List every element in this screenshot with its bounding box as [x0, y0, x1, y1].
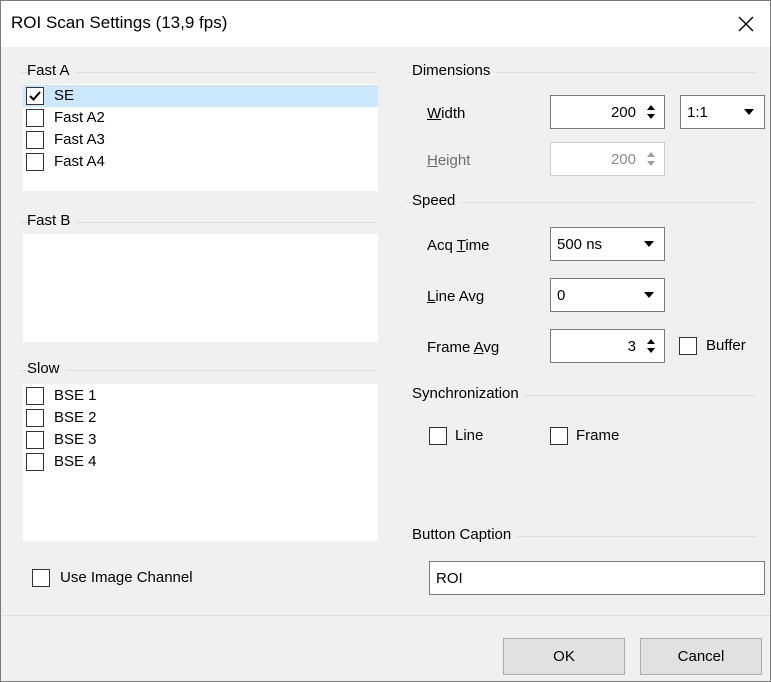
frame-sync-label[interactable]: Frame	[576, 427, 619, 444]
frame-sync-checkbox[interactable]	[550, 427, 568, 445]
dimensions-group-title: Dimensions	[412, 62, 497, 79]
fast-b-list[interactable]	[23, 234, 378, 342]
frame-avg-label-accel: A	[473, 339, 484, 356]
ratio-value: 1:1	[687, 104, 708, 121]
line-sync-label[interactable]: Line	[455, 427, 483, 444]
footer-separator	[1, 615, 770, 616]
height-label-accel: H	[427, 152, 438, 169]
list-item-label: Fast A4	[54, 153, 105, 170]
list-item-fast-a4[interactable]: Fast A4	[23, 151, 378, 173]
frame-avg-label-text: Frame	[427, 339, 474, 356]
list-item-label: SE	[54, 87, 75, 104]
line-avg-label: Line Avg	[427, 288, 484, 305]
ratio-dropdown[interactable]: 1:1	[680, 95, 765, 129]
spin-arrows-icon[interactable]	[644, 336, 658, 356]
acq-time-label-text-rest: ime	[465, 237, 490, 254]
width-label: Width	[427, 105, 465, 122]
height-label-text: eight	[437, 152, 471, 169]
chevron-down-icon	[744, 109, 754, 115]
fast-b-group-title: Fast B	[27, 212, 77, 229]
list-item-bse-1[interactable]: BSE 1	[23, 385, 378, 407]
height-spinner: 200	[550, 142, 665, 176]
list-item-fast-a2[interactable]: Fast A2	[23, 107, 378, 129]
buffer-label[interactable]: Buffer	[706, 337, 746, 354]
slow-group-title: Slow	[27, 360, 66, 377]
se-checkbox[interactable]	[26, 87, 44, 105]
speed-group-title: Speed	[412, 192, 462, 209]
spin-arrows-icon	[647, 152, 655, 166]
frame-avg-spinner[interactable]: 3	[550, 329, 665, 363]
chevron-down-icon	[644, 292, 654, 298]
checkmark-icon	[29, 91, 41, 101]
sync-group-title: Synchronization	[412, 385, 525, 402]
ok-button[interactable]: OK	[503, 638, 625, 675]
slow-list[interactable]: BSE 1 BSE 2 BSE 3 BSE 4	[23, 384, 378, 541]
chevron-down-icon	[644, 241, 654, 247]
list-item-fast-a3[interactable]: Fast A3	[23, 129, 378, 151]
close-icon[interactable]	[731, 9, 761, 39]
fast-a3-checkbox[interactable]	[26, 131, 44, 149]
fast-a4-checkbox[interactable]	[26, 153, 44, 171]
roi-scan-settings-dialog: ROI Scan Settings (13,9 fps) Fast A SE F…	[0, 0, 771, 682]
line-sync-checkbox[interactable]	[429, 427, 447, 445]
list-item-label: BSE 1	[54, 387, 97, 404]
line-avg-dropdown[interactable]: 0	[550, 278, 665, 312]
list-item-bse-4[interactable]: BSE 4	[23, 451, 378, 473]
buffer-checkbox[interactable]	[679, 337, 697, 355]
height-label: Height	[427, 152, 470, 169]
use-image-channel-label[interactable]: Use Image Channel	[60, 569, 193, 586]
list-item-label: BSE 2	[54, 409, 97, 426]
list-item-label: Fast A3	[54, 131, 105, 148]
width-label-accel: W	[427, 105, 442, 122]
width-label-text: idth	[441, 105, 466, 122]
bse-3-checkbox[interactable]	[26, 431, 44, 449]
fast-a-list[interactable]: SE Fast A2 Fast A3 Fast A4	[23, 84, 378, 191]
button-caption-input[interactable]: ROI	[429, 561, 765, 595]
height-value: 200	[610, 151, 636, 168]
caption-group-title: Button Caption	[412, 526, 518, 543]
frame-avg-label-text-rest: vg	[483, 339, 500, 356]
line-avg-value: 0	[557, 287, 566, 304]
window-title: ROI Scan Settings (13,9 fps)	[11, 13, 228, 32]
acq-time-value: 500 ns	[557, 236, 603, 253]
button-caption-value: ROI	[436, 570, 463, 587]
list-item-label: BSE 4	[54, 453, 97, 470]
frame-avg-label: Frame Avg	[427, 339, 499, 356]
spin-arrows-icon[interactable]	[644, 102, 658, 122]
line-avg-label-text: ine Avg	[435, 288, 485, 305]
title-bar[interactable]: ROI Scan Settings (13,9 fps)	[1, 1, 770, 47]
list-item-se[interactable]: SE	[23, 85, 378, 107]
list-item-bse-2[interactable]: BSE 2	[23, 407, 378, 429]
list-item-label: BSE 3	[54, 431, 97, 448]
cancel-button[interactable]: Cancel	[640, 638, 762, 675]
fast-a2-checkbox[interactable]	[26, 109, 44, 127]
slow-group-line	[21, 370, 376, 371]
bse-2-checkbox[interactable]	[26, 409, 44, 427]
acq-time-dropdown[interactable]: 500 ns	[550, 227, 665, 261]
list-item-bse-3[interactable]: BSE 3	[23, 429, 378, 451]
fast-a-group-title: Fast A	[27, 62, 76, 79]
width-spinner[interactable]: 200	[550, 95, 665, 129]
list-item-label: Fast A2	[54, 109, 105, 126]
acq-time-label-text: Acq	[427, 237, 457, 254]
bse-4-checkbox[interactable]	[26, 453, 44, 471]
width-value: 200	[610, 104, 636, 121]
use-image-channel-checkbox[interactable]	[32, 569, 50, 587]
bse-1-checkbox[interactable]	[26, 387, 44, 405]
frame-avg-value: 3	[627, 338, 636, 355]
acq-time-label: Acq Time	[427, 237, 490, 254]
